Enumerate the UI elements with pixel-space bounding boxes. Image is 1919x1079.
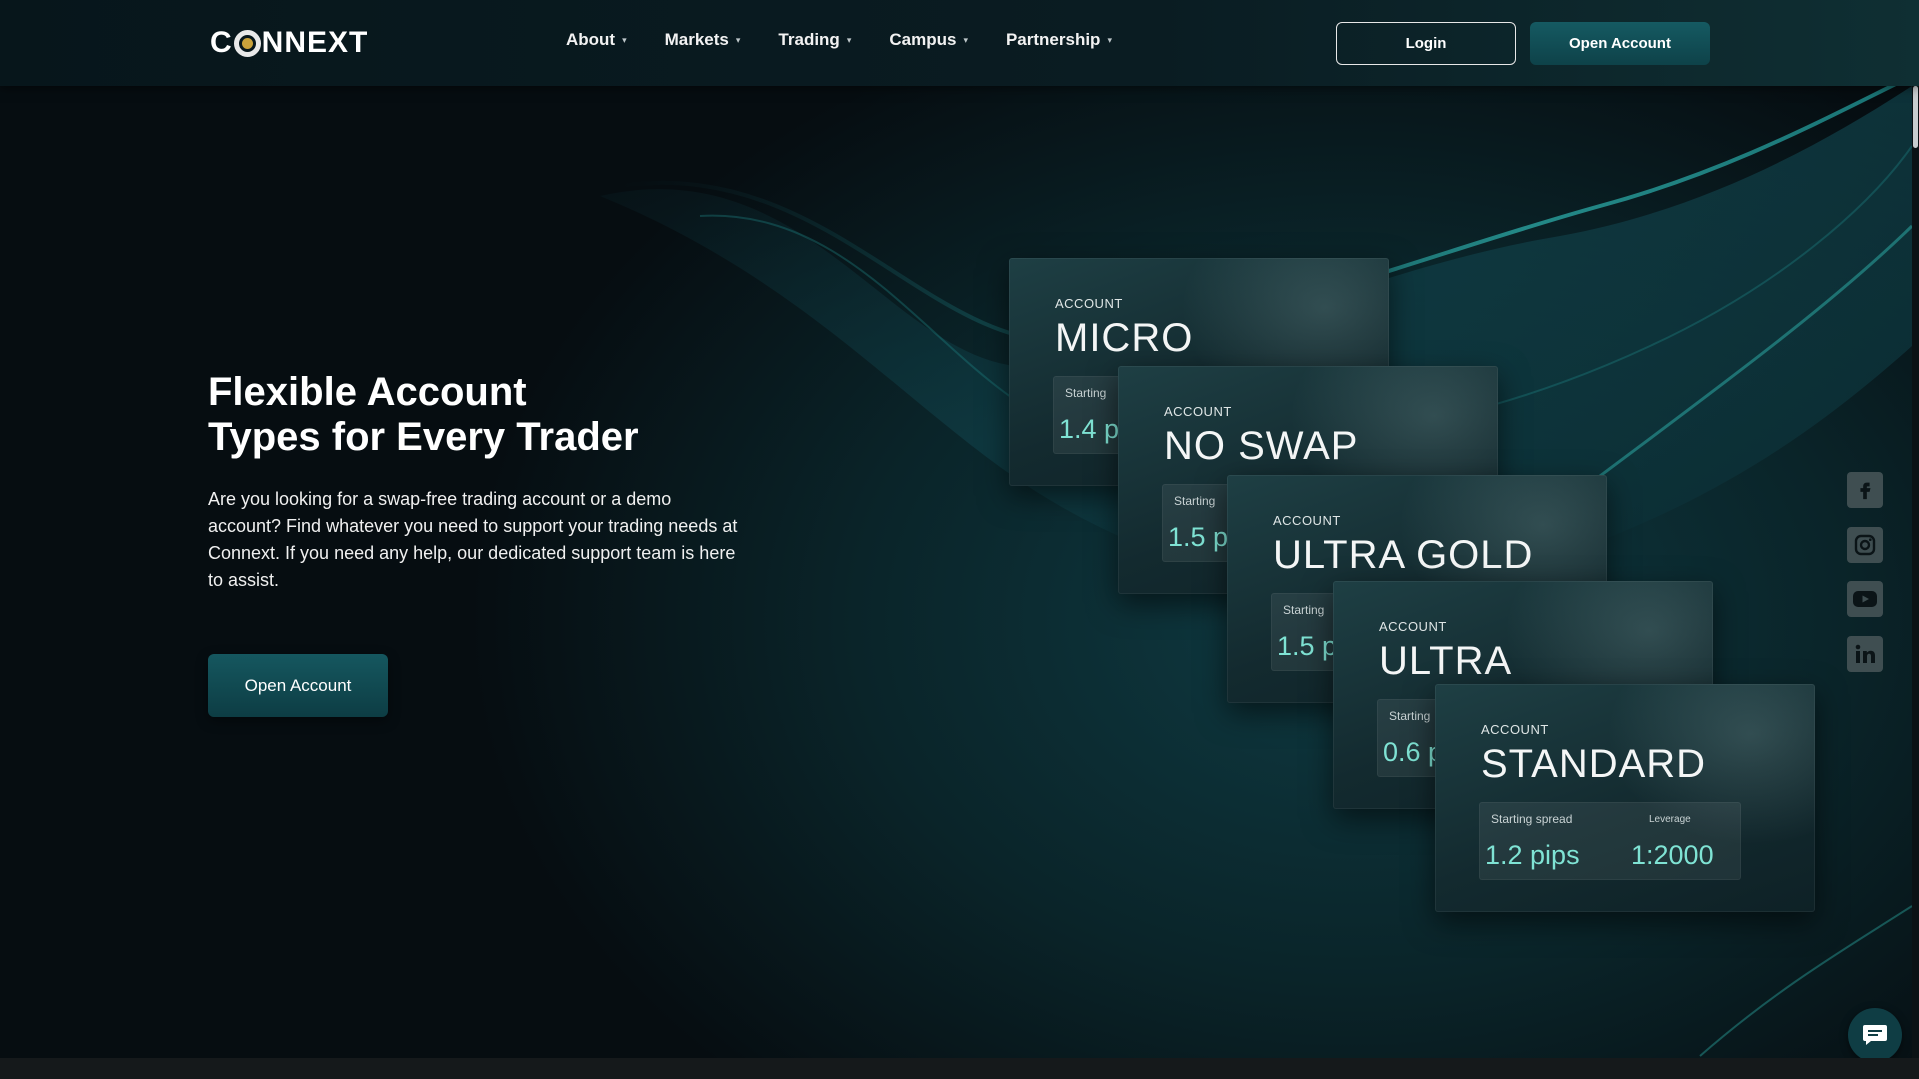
hero-description: Are you looking for a swap-free trading … [208,489,738,590]
card-kicker: ACCOUNT [1481,722,1549,737]
chevron-down-icon: ▾ [846,34,852,45]
linkedin-icon[interactable] [1847,636,1883,672]
nav-markets-label: Markets [664,30,729,49]
facebook-icon[interactable] [1847,472,1883,508]
connext-logo[interactable]: C NNEXT [210,26,368,60]
scrollbar-track[interactable] [1912,86,1919,1058]
chevron-down-icon: ▾ [735,34,741,45]
nav-campus-label: Campus [889,30,957,49]
nav-partnership[interactable]: Partnership ▾ [1006,30,1112,50]
card-kicker: ACCOUNT [1055,296,1123,311]
card-spread-label: Starting [1389,709,1431,723]
logo-mark-icon [233,29,261,57]
card-spread-value: 1.4 p [1059,414,1120,444]
card-name: STANDARD [1481,742,1707,786]
card-kicker: ACCOUNT [1164,404,1232,419]
card-name: NO SWAP [1164,424,1359,468]
card-spread-label: Starting [1283,603,1325,617]
card-spread-label: Starting spread [1491,812,1573,826]
card-name: MICRO [1055,316,1194,360]
chat-bubble-icon [1863,1025,1887,1045]
main-nav: About ▾ Markets ▾ Trading ▾ Campus ▾ Partner… [566,30,1112,50]
nav-trading[interactable]: Trading ▾ [778,30,851,50]
card-leverage-value: 1:2000 [1631,840,1714,870]
card-spread-label: Starting [1065,386,1107,400]
nav-partnership-label: Partnership [1005,30,1101,49]
page: C NNEXT About ▾ Markets ▾ Trading ▾ Campus ▾… [0,0,1919,1079]
instagram-icon[interactable] [1847,527,1883,563]
card-spread-label: Starting [1174,494,1216,508]
card-spread-box: Starting spread Leverage 1.2 pips 1:2000 [1479,802,1741,880]
card-name: ULTRA [1379,639,1513,683]
chevron-down-icon: ▾ [1107,34,1112,45]
nav-about-label: About [566,30,616,49]
nav-markets[interactable]: Markets ▾ [665,30,741,50]
header-open-account-button[interactable]: Open Account [1530,22,1710,65]
nav-campus[interactable]: Campus ▾ [889,30,968,50]
card-spread-value: 1.5 p [1168,522,1229,552]
chevron-down-icon: ▾ [622,34,627,45]
logo-text-end: NNEXT [261,26,369,59]
card-spread-value: 1.2 pips [1485,840,1580,870]
card-kicker: ACCOUNT [1379,619,1447,634]
hero-title-line-1: Flexible Account [208,370,527,414]
nav-trading-label: Trading [778,30,840,49]
scrollbar-thumb[interactable] [1913,86,1918,148]
login-button[interactable]: Login [1336,22,1516,65]
card-leverage-label: Leverage [1649,814,1691,825]
site-header: C NNEXT About ▾ Markets ▾ Trading ▾ Campus ▾… [0,0,1919,86]
card-kicker: ACCOUNT [1273,513,1341,528]
hero-open-account-button[interactable]: Open Account [208,654,388,717]
chat-widget-button[interactable] [1848,1008,1902,1062]
hero-title: Flexible Account Types for Every Trader [208,370,768,460]
nav-about[interactable]: About ▾ [566,30,627,50]
account-card-standard[interactable]: ACCOUNT STANDARD Starting spread Leverag… [1435,684,1815,912]
hero-title-line-2: Types for Every Trader [208,415,639,459]
youtube-icon[interactable] [1847,581,1883,617]
chevron-down-icon: ▾ [963,34,968,45]
bottom-section-edge [0,1058,1919,1079]
card-spread-value: 1.5 p [1277,631,1338,661]
logo-text-start: C [210,26,233,59]
card-name: ULTRA GOLD [1273,533,1534,577]
